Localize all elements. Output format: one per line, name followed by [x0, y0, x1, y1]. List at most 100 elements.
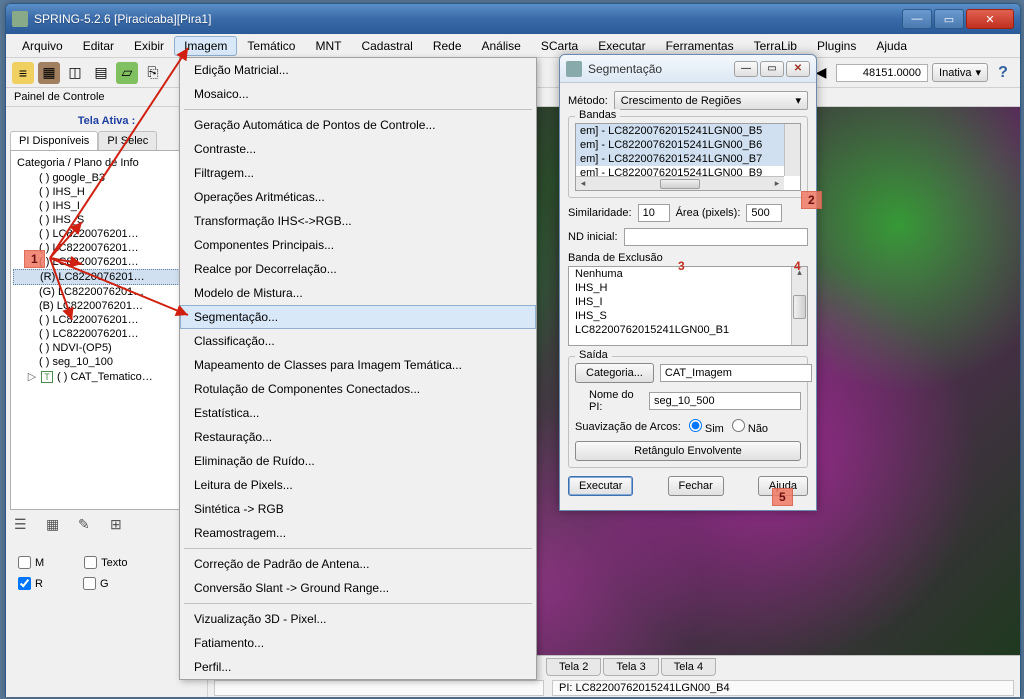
category-input[interactable]	[660, 364, 812, 382]
dd-filtragem[interactable]: Filtragem...	[180, 161, 536, 185]
dd-correcao-antena[interactable]: Correção de Padrão de Antena...	[180, 552, 536, 576]
tool-6-icon[interactable]: ⎘	[142, 62, 164, 84]
menu-rede[interactable]: Rede	[423, 36, 472, 56]
dd-componentes[interactable]: Componentes Principais...	[180, 233, 536, 257]
dd-operacoes-arit[interactable]: Operações Aritméticas...	[180, 185, 536, 209]
dd-visualizacao-3d[interactable]: Vizualização 3D - Pixel...	[180, 607, 536, 631]
help-icon[interactable]: ?	[992, 62, 1014, 84]
tree-item[interactable]: ( ) google_B3	[13, 171, 200, 185]
dd-eliminacao-ruido[interactable]: Eliminação de Ruído...	[180, 449, 536, 473]
grid-icon[interactable]: ⊞	[110, 516, 128, 534]
tree-item[interactable]: ( ) LC8220076201…	[13, 227, 200, 241]
dd-mapeamento-classes[interactable]: Mapeamento de Classes para Imagem Temáti…	[180, 353, 536, 377]
wand-icon[interactable]: ✎	[78, 516, 96, 534]
minimize-button[interactable]: —	[902, 9, 932, 29]
band-item[interactable]: em] - LC82200762015241LGN00_B6	[576, 138, 800, 152]
tab-pi-disponiveis[interactable]: PI Disponíveis	[10, 131, 98, 150]
menu-executar[interactable]: Executar	[588, 36, 655, 56]
scroll-thumb[interactable]	[793, 295, 806, 319]
dd-conversao-slant[interactable]: Conversão Slant -> Ground Range...	[180, 576, 536, 600]
dd-rotulacao[interactable]: Rotulação de Componentes Conectados...	[180, 377, 536, 401]
band-item[interactable]: em] - LC82200762015241LGN00_B7	[576, 152, 800, 166]
menu-analise[interactable]: Análise	[472, 36, 531, 56]
radio-nao-input[interactable]	[732, 419, 745, 432]
check-g-input[interactable]	[83, 577, 96, 590]
menu-ferramentas[interactable]: Ferramentas	[656, 36, 744, 56]
tool-5-icon[interactable]: ▱	[116, 62, 138, 84]
pi-name-input[interactable]	[649, 392, 801, 410]
category-button[interactable]: Categoria...	[575, 363, 654, 383]
dd-edicao-matricial[interactable]: Edição Matricial...	[180, 58, 536, 82]
dd-reamostragem[interactable]: Reamostragem...	[180, 521, 536, 545]
scroll-right-icon[interactable]: ▸	[770, 178, 784, 189]
tree-item[interactable]: ( ) seg_10_100	[13, 355, 200, 369]
dd-fatiamento[interactable]: Fatiamento...	[180, 631, 536, 655]
exclusion-item[interactable]: IHS_H	[569, 281, 807, 295]
bands-vscroll[interactable]	[784, 124, 800, 176]
maximize-button[interactable]: ▭	[934, 9, 964, 29]
dd-modelo-mistura[interactable]: Modelo de Mistura...	[180, 281, 536, 305]
menu-mnt[interactable]: MNT	[305, 36, 351, 56]
table-icon[interactable]: ▦	[46, 516, 64, 534]
seg-maximize-button[interactable]: ▭	[760, 61, 784, 77]
tree-item[interactable]: (G) LC8220076201…	[13, 285, 200, 299]
menu-cadastral[interactable]: Cadastral	[351, 36, 422, 56]
tree-item[interactable]: (B) LC8220076201…	[13, 299, 200, 313]
check-texto-input[interactable]	[84, 556, 97, 569]
tab-tela2[interactable]: Tela 2	[546, 658, 601, 676]
nd-input[interactable]	[624, 228, 808, 246]
layers-icon[interactable]: ▦	[38, 62, 60, 84]
bands-hscroll[interactable]: ◂▸	[576, 176, 784, 190]
tab-tela3[interactable]: Tela 3	[603, 658, 658, 676]
tree-item[interactable]: ( ) IHS_I	[13, 199, 200, 213]
dd-segmentacao[interactable]: Segmentação...	[180, 305, 536, 329]
dd-transformacao-ihs[interactable]: Transformação IHS<->RGB...	[180, 209, 536, 233]
menu-tematico[interactable]: Temático	[237, 36, 305, 56]
exclusion-vscroll[interactable]: ▴	[791, 267, 807, 345]
execute-button[interactable]: Executar	[568, 476, 633, 496]
radio-nao[interactable]: Não	[732, 419, 768, 435]
dd-contraste[interactable]: Contraste...	[180, 137, 536, 161]
dd-geracao-pontos[interactable]: Geração Automática de Pontos de Controle…	[180, 113, 536, 137]
tab-pi-selec[interactable]: PI Selec	[98, 131, 157, 150]
dd-realce[interactable]: Realce por Decorrelação...	[180, 257, 536, 281]
db-icon[interactable]: ≡	[12, 62, 34, 84]
exclusion-listbox[interactable]: Nenhuma IHS_H IHS_I IHS_S LC822007620152…	[568, 266, 808, 346]
menu-plugins[interactable]: Plugins	[807, 36, 866, 56]
tool-3-icon[interactable]: ◫	[64, 62, 86, 84]
tree-item[interactable]: ( ) NDVI-(OP5)	[13, 341, 200, 355]
dd-mosaico[interactable]: Mosaico...	[180, 82, 536, 106]
tree-item-selected[interactable]: (R) LC8220076201…	[13, 269, 200, 285]
menu-imagem[interactable]: Imagem	[174, 36, 237, 56]
bbox-button[interactable]: Retângulo Envolvente	[575, 441, 801, 461]
dd-estatistica[interactable]: Estatística...	[180, 401, 536, 425]
tree-item[interactable]: ▷T( ) CAT_Tematico…	[13, 369, 200, 384]
list-icon[interactable]: ☰	[14, 516, 32, 534]
check-texto[interactable]: Texto	[84, 556, 127, 569]
tree-item[interactable]: ( ) LC8220076201…	[13, 327, 200, 341]
dd-classificacao[interactable]: Classificação...	[180, 329, 536, 353]
exclusion-item[interactable]: LC82200762015241LGN00_B1	[569, 323, 807, 337]
radio-sim-input[interactable]	[689, 419, 702, 432]
check-r[interactable]: R	[18, 577, 43, 590]
exclusion-item[interactable]: IHS_I	[569, 295, 807, 309]
menu-exibir[interactable]: Exibir	[124, 36, 174, 56]
check-g[interactable]: G	[83, 577, 109, 590]
tab-tela4[interactable]: Tela 4	[661, 658, 716, 676]
tree-item[interactable]: ( ) LC8220076201…	[13, 313, 200, 327]
check-m[interactable]: M	[18, 556, 44, 569]
seg-minimize-button[interactable]: —	[734, 61, 758, 77]
method-combo[interactable]: Crescimento de Regiões▾	[614, 91, 808, 110]
seg-close-button[interactable]: ✕	[786, 61, 810, 77]
menu-scarta[interactable]: SCarta	[531, 36, 588, 56]
close-button[interactable]: ✕	[966, 9, 1014, 29]
close-dialog-button[interactable]: Fechar	[668, 476, 724, 496]
tree-box[interactable]: Categoria / Plano de Info ( ) google_B3 …	[10, 150, 203, 510]
check-m-input[interactable]	[18, 556, 31, 569]
bands-listbox[interactable]: em] - LC82200762015241LGN00_B5 em] - LC8…	[575, 123, 801, 191]
area-input[interactable]	[746, 204, 782, 222]
scroll-left-icon[interactable]: ◂	[576, 178, 590, 189]
tree-expand-icon[interactable]: ▷	[27, 370, 37, 383]
check-r-input[interactable]	[18, 577, 31, 590]
menu-terralib[interactable]: TerraLib	[744, 36, 807, 56]
